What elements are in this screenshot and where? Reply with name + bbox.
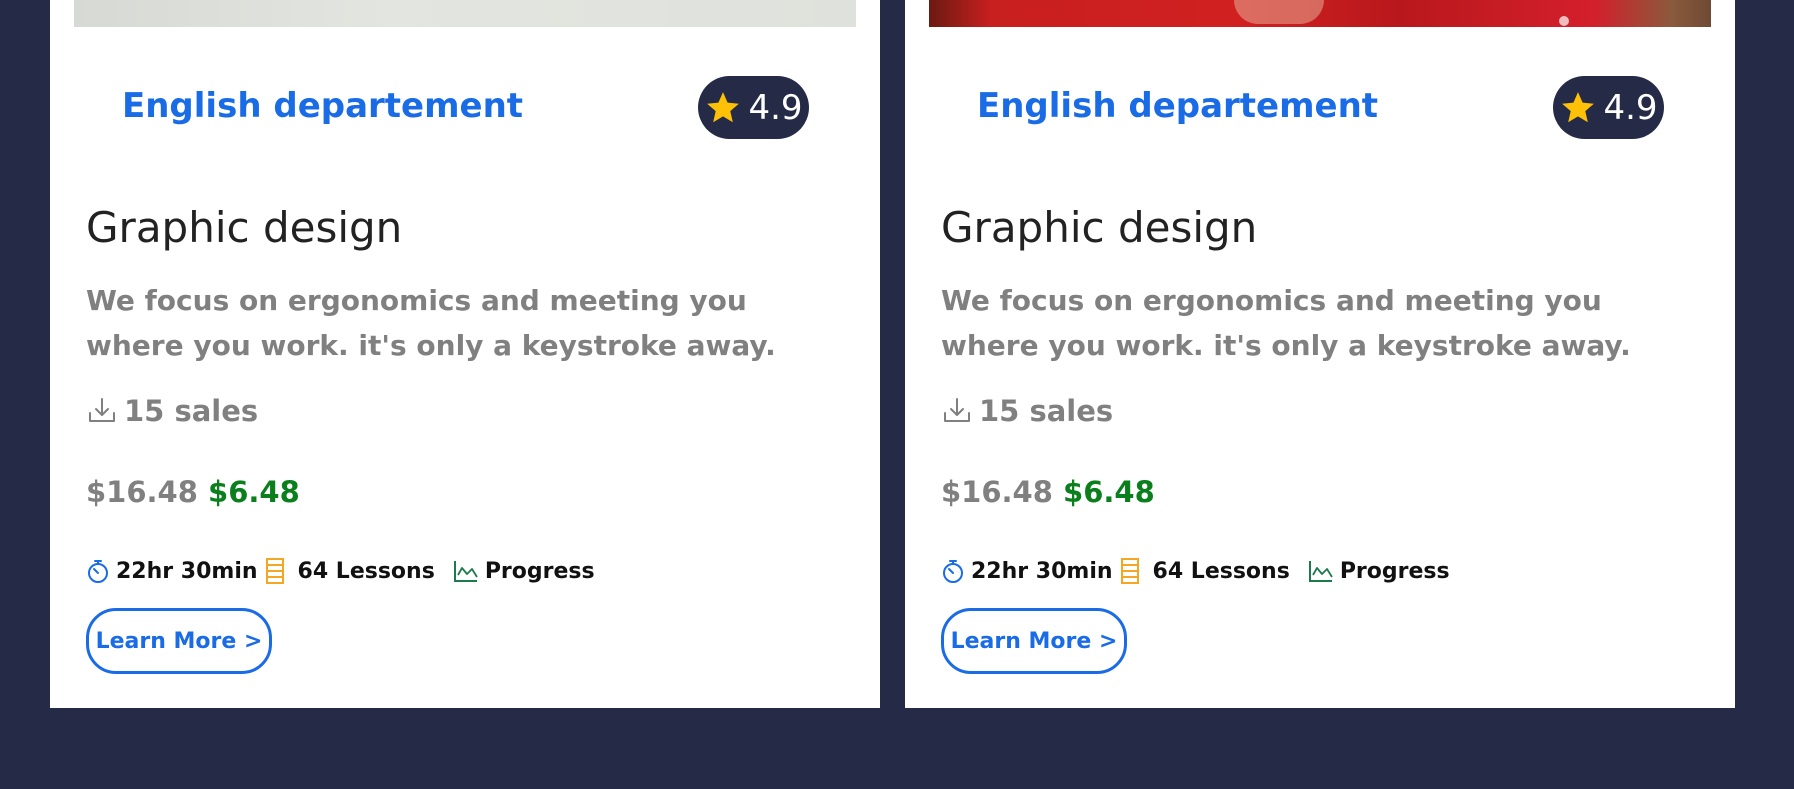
- download-icon: [89, 398, 115, 422]
- course-meta: 22hr 30min 64 Lessons Progress: [941, 557, 1450, 585]
- old-price: $16.48: [941, 475, 1053, 509]
- sales-count: 15 sales: [941, 394, 1113, 428]
- course-image: [74, 0, 856, 27]
- star-icon: [1562, 91, 1595, 122]
- stopwatch-icon: [88, 560, 108, 583]
- list-icon: [265, 558, 284, 584]
- new-price: $6.48: [1063, 475, 1155, 509]
- rating-value: 4.9: [748, 87, 803, 128]
- department-label: English departement: [122, 86, 524, 126]
- course-title: Graphic design: [86, 203, 403, 252]
- department-label: English departement: [977, 86, 1379, 126]
- progress-text: Progress: [1339, 558, 1450, 584]
- sales-text: 15 sales: [124, 394, 259, 428]
- lessons-text: 64 Lessons: [1152, 558, 1290, 584]
- course-description: We focus on ergonomics and meeting you w…: [86, 284, 776, 362]
- sales-text: 15 sales: [979, 394, 1114, 428]
- progress-text: Progress: [484, 558, 595, 584]
- duration-text: 22hr 30min: [116, 558, 258, 584]
- course-card: English departement 4.9 Graphic design W…: [50, 0, 880, 708]
- line-chart-icon: [1308, 561, 1333, 582]
- lessons-text: 64 Lessons: [297, 558, 435, 584]
- download-icon: [944, 398, 970, 422]
- rating-value: 4.9: [1603, 87, 1658, 128]
- price: $16.48 $6.48: [86, 475, 300, 509]
- sales-count: 15 sales: [86, 394, 258, 428]
- list-icon: [1120, 558, 1139, 584]
- star-icon: [707, 91, 740, 122]
- rating-badge: 4.9: [1553, 76, 1664, 139]
- course-description: We focus on ergonomics and meeting you w…: [941, 284, 1631, 362]
- learn-more-button[interactable]: Learn More >: [941, 608, 1127, 674]
- course-card: English departement 4.9 Graphic design W…: [905, 0, 1735, 708]
- course-meta: 22hr 30min 64 Lessons Progress: [86, 557, 595, 585]
- new-price: $6.48: [208, 475, 300, 509]
- course-image: [929, 0, 1711, 27]
- line-chart-icon: [453, 561, 478, 582]
- duration-text: 22hr 30min: [971, 558, 1113, 584]
- learn-more-button[interactable]: Learn More >: [86, 608, 272, 674]
- old-price: $16.48: [86, 475, 198, 509]
- course-title: Graphic design: [941, 203, 1258, 252]
- price: $16.48 $6.48: [941, 475, 1155, 509]
- stopwatch-icon: [943, 560, 963, 583]
- rating-badge: 4.9: [698, 76, 809, 139]
